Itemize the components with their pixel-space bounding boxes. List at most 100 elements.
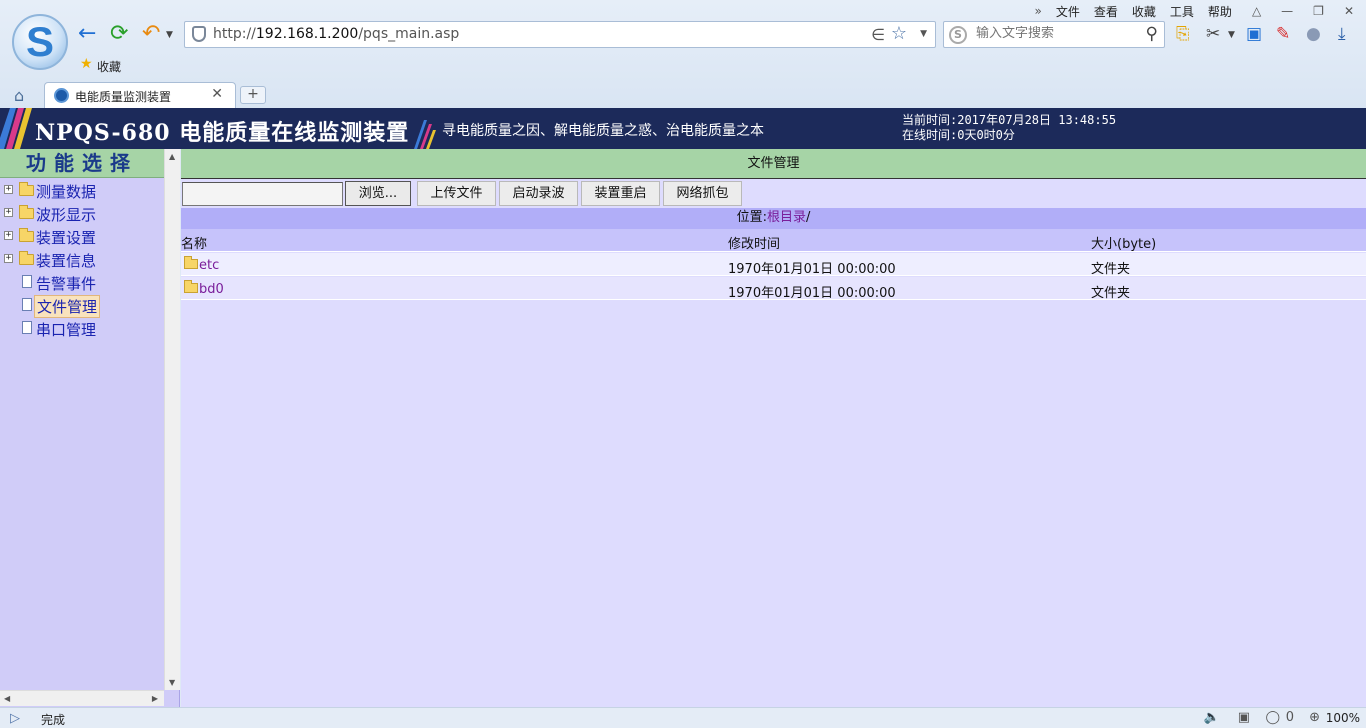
favorite-star-icon[interactable]: ☆ xyxy=(891,23,907,44)
chevron-down-icon[interactable]: ▼ xyxy=(166,30,173,40)
file-path-field[interactable] xyxy=(182,182,343,206)
close-icon[interactable]: ✕ xyxy=(1344,4,1354,18)
sidebar-vertical-scrollbar[interactable]: ▲ ▼ xyxy=(164,149,180,690)
download-icon[interactable]: ⤓ xyxy=(1338,24,1346,44)
sidebar-item-label[interactable]: 串口管理 xyxy=(36,319,96,340)
folder-icon xyxy=(184,256,198,269)
address-bar[interactable]: http://192.168.1.200/pqs_main.asp ∈ ☆ ▼ xyxy=(184,21,936,48)
translate-icon[interactable]: ✎ xyxy=(1276,24,1290,44)
status-text: 完成 xyxy=(41,713,66,727)
file-table-header: 名称 修改时间 大小(byte) xyxy=(181,229,1366,252)
browser-chrome: S ← ⟳ ↶ ▼ http://192.168.1.200/pqs_main.… xyxy=(0,0,1366,108)
packet-capture-button[interactable]: 网络抓包 xyxy=(663,181,742,206)
chevron-down-icon[interactable]: ▼ xyxy=(920,29,927,39)
search-engine-icon[interactable]: S xyxy=(949,26,967,44)
upload-file-button[interactable]: 上传文件 xyxy=(417,181,496,206)
expand-plus-icon[interactable]: + xyxy=(4,231,13,240)
more-icon[interactable]: ● xyxy=(1306,24,1321,44)
search-input[interactable] xyxy=(976,26,1136,41)
favorites-star-icon[interactable]: ★ xyxy=(80,56,93,72)
sidebar-item-waveform-display[interactable]: + 波形显示 xyxy=(0,202,164,225)
device-title: NPQS-680 电能质量在线监测装置 xyxy=(35,120,410,146)
scroll-right-arrow-icon[interactable]: ▶ xyxy=(152,694,158,703)
sidebar-horizontal-scrollbar[interactable]: ◀ ▶ xyxy=(0,690,164,706)
menu-item-tools[interactable]: 工具 xyxy=(1170,3,1194,20)
column-mtime-header: 修改时间 xyxy=(728,237,781,252)
file-size: 文件夹 xyxy=(1091,286,1131,301)
undo-icon[interactable]: ↶ xyxy=(142,22,160,46)
menu-item-file[interactable]: 文件 xyxy=(1056,3,1080,20)
menu-bar: » 文件 查看 收藏 工具 帮助 △ — ❐ ✕ xyxy=(1021,2,1354,20)
device-restart-button[interactable]: 装置重启 xyxy=(581,181,660,206)
breadcrumb: 位置:根目录/ xyxy=(181,208,1366,229)
back-arrow-icon[interactable]: ← xyxy=(78,22,96,46)
sidebar-item-alarm-events[interactable]: 告警事件 xyxy=(0,271,164,294)
browse-button[interactable]: 浏览... xyxy=(345,181,411,206)
location-root-link[interactable]: 根目录 xyxy=(767,210,806,225)
scroll-down-arrow-icon[interactable]: ▼ xyxy=(169,678,175,687)
adblock-count: 0 xyxy=(1285,710,1294,725)
search-icon[interactable]: ⚲ xyxy=(1146,24,1158,44)
scissors-icon[interactable]: ✂ xyxy=(1206,24,1220,44)
sidebar-item-file-management[interactable]: 文件管理 xyxy=(0,294,164,318)
sidebar-title: 功能选择 xyxy=(0,149,164,178)
refresh-icon[interactable]: ⟳ xyxy=(110,22,128,46)
browser-logo-icon[interactable]: S xyxy=(12,14,68,70)
sidebar-item-measurement-data[interactable]: + 测量数据 xyxy=(0,179,164,202)
sidebar-item-serial-management[interactable]: 串口管理 xyxy=(0,317,164,340)
search-box[interactable]: S ⚲ xyxy=(943,21,1165,48)
new-tab-button[interactable]: + xyxy=(240,86,266,104)
tab-title[interactable]: 电能质量监测装置 xyxy=(75,88,171,105)
sidebar-item-label[interactable]: 波形显示 xyxy=(36,204,96,225)
sidebar-item-device-settings[interactable]: + 装置设置 xyxy=(0,225,164,248)
bookmark-add-icon[interactable]: ⎘ xyxy=(1176,24,1190,44)
scroll-up-arrow-icon[interactable]: ▲ xyxy=(169,152,175,161)
slogan-stripes-decoration xyxy=(414,120,436,149)
menu-item-help[interactable]: 帮助 xyxy=(1208,3,1232,20)
minimize-icon[interactable]: — xyxy=(1281,4,1293,18)
header-stripes-decoration xyxy=(0,108,32,149)
document-icon xyxy=(22,321,32,334)
expand-plus-icon[interactable]: + xyxy=(4,254,13,263)
sidebar-item-label[interactable]: 装置信息 xyxy=(36,250,96,271)
folder-icon xyxy=(184,280,198,293)
favorites-label[interactable]: 收藏 xyxy=(97,58,121,75)
address-url[interactable]: http://192.168.1.200/pqs_main.asp xyxy=(213,26,459,42)
zoom-icon[interactable]: ⊕ xyxy=(1309,710,1320,725)
table-row[interactable]: etc 1970年01月01日 00:00:00 文件夹 xyxy=(181,253,1366,277)
expand-plus-icon[interactable]: + xyxy=(4,185,13,194)
table-row[interactable]: bd0 1970年01月01日 00:00:00 文件夹 xyxy=(181,277,1366,301)
status-bar: ▷ 完成 🔈 ▣ ◯ 0 ⊕ 100% xyxy=(0,707,1366,728)
security-shield-icon xyxy=(192,26,206,42)
start-recording-button[interactable]: 启动录波 xyxy=(499,181,578,206)
menu-more-icon[interactable]: » xyxy=(1035,4,1042,18)
file-name-link[interactable]: etc xyxy=(199,258,219,273)
toolbox-icon[interactable]: ▣ xyxy=(1238,710,1250,725)
file-mtime: 1970年01月01日 00:00:00 xyxy=(728,286,896,301)
file-size: 文件夹 xyxy=(1091,262,1131,277)
expand-plus-icon[interactable]: + xyxy=(4,208,13,217)
file-name-link[interactable]: bd0 xyxy=(199,282,224,297)
sidebar-toggle-icon[interactable]: ▷ xyxy=(10,711,20,726)
home-icon[interactable]: ⌂ xyxy=(14,86,24,105)
zoom-level[interactable]: 100% xyxy=(1326,711,1360,725)
sidebar-item-label[interactable]: 装置设置 xyxy=(36,227,96,248)
scroll-left-arrow-icon[interactable]: ◀ xyxy=(4,694,10,703)
chevron-down-icon[interactable]: ▼ xyxy=(1228,30,1235,40)
menu-item-view[interactable]: 查看 xyxy=(1094,3,1118,20)
tab-active[interactable]: 电能质量监测装置 ✕ xyxy=(44,82,236,108)
file-toolbar: 浏览... 上传文件 启动录波 装置重启 网络抓包 xyxy=(181,180,1366,208)
menu-item-favorites[interactable]: 收藏 xyxy=(1132,3,1156,20)
function-tree: + 测量数据 + 波形显示 + 装置设置 + 装置信息 告警事件 文件管理 串口… xyxy=(0,179,164,340)
screenshot-icon[interactable]: ▣ xyxy=(1246,24,1262,44)
tab-close-icon[interactable]: ✕ xyxy=(211,86,223,102)
skin-icon[interactable]: △ xyxy=(1252,4,1261,18)
volume-icon[interactable]: 🔈 xyxy=(1204,710,1220,725)
sidebar-item-label[interactable]: 文件管理 xyxy=(34,295,101,318)
adblock-shield-icon[interactable]: ◯ xyxy=(1265,710,1280,725)
sidebar-item-label[interactable]: 测量数据 xyxy=(36,181,96,202)
sidebar-item-label[interactable]: 告警事件 xyxy=(36,273,96,294)
sidebar-item-device-info[interactable]: + 装置信息 xyxy=(0,248,164,271)
compat-mode-icon[interactable]: ∈ xyxy=(871,25,885,44)
restore-icon[interactable]: ❐ xyxy=(1313,4,1324,18)
